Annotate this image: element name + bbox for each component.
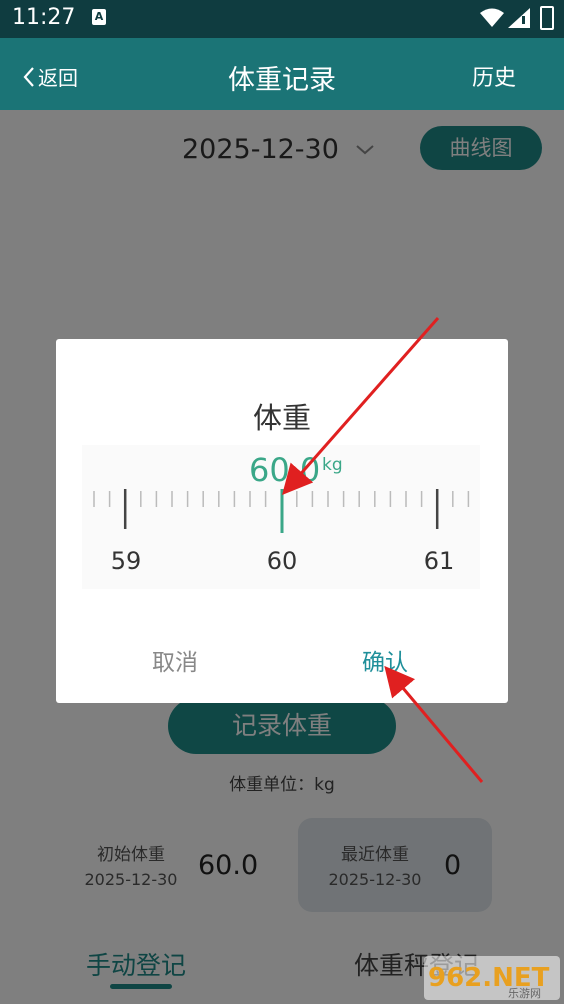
arrow-to-confirm (384, 665, 484, 783)
watermark-logo: 962.NET 乐游网 (424, 956, 560, 1000)
watermark-subtext: 乐游网 (508, 987, 541, 1000)
annotation-arrows (282, 317, 484, 783)
arrow-to-ruler (282, 317, 440, 496)
